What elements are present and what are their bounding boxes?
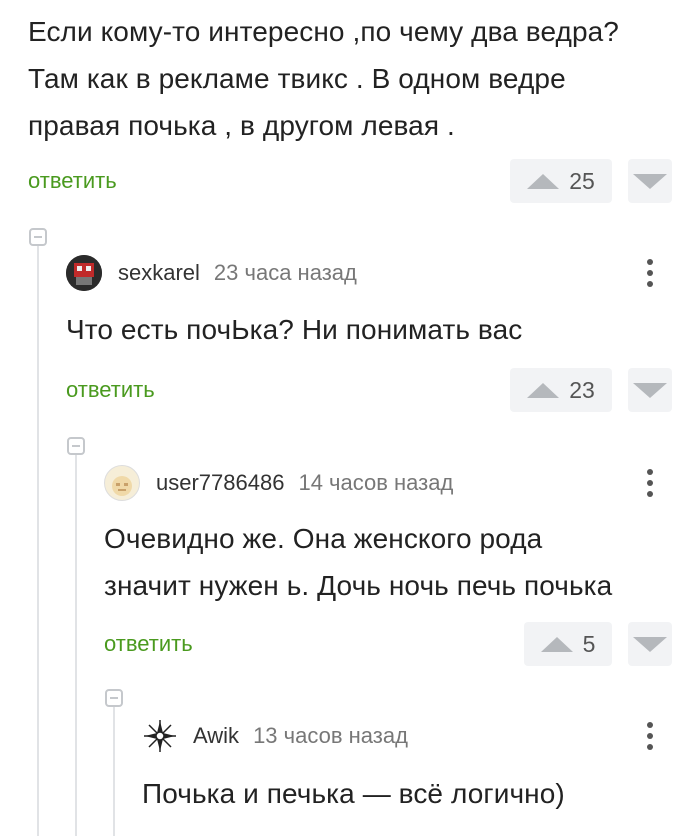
- comment-text-line: Там как в рекламе твикс . В одном ведре: [28, 63, 566, 94]
- avatar-image: [144, 720, 176, 752]
- avatar[interactable]: [104, 465, 140, 501]
- comment-text-line: правая почька , в другом левая .: [28, 110, 455, 141]
- comment-text: Если кому-то интересно ,по чему два ведр…: [28, 8, 678, 149]
- username[interactable]: sexkarel: [118, 260, 200, 286]
- collapse-icon[interactable]: [105, 689, 123, 707]
- comment-text-line: Почька и печька — всё логично): [142, 778, 565, 809]
- vote-up-icon: [527, 382, 560, 398]
- more-icon[interactable]: [640, 259, 660, 287]
- comment-text-line: Если кому-то интересно ,по чему два ведр…: [28, 16, 619, 47]
- collapse-icon[interactable]: [29, 228, 47, 246]
- username[interactable]: Awik: [193, 723, 239, 749]
- comment-time[interactable]: 14 часов назад: [298, 470, 453, 496]
- comment-text: Что есть почЬка? Ни понимать вас: [66, 306, 686, 353]
- downvote-button[interactable]: [628, 622, 672, 666]
- thread-line: [37, 246, 39, 836]
- vote-down-icon: [633, 382, 667, 398]
- vote-up-icon: [540, 636, 573, 652]
- avatar-image: [66, 255, 102, 291]
- comment-time[interactable]: 13 часов назад: [253, 723, 408, 749]
- more-icon[interactable]: [640, 722, 660, 750]
- vote-up-icon: [527, 173, 560, 189]
- collapse-icon[interactable]: [67, 437, 85, 455]
- comment-time[interactable]: 23 часа назад: [214, 260, 357, 286]
- avatar-image: [112, 476, 132, 496]
- downvote-button[interactable]: [628, 368, 672, 412]
- comment-text: Очевидно же. Она женского рода значит ну…: [104, 515, 694, 609]
- upvote-button[interactable]: 5: [524, 622, 612, 666]
- comment-text-line: Что есть почЬка? Ни понимать вас: [66, 314, 523, 345]
- downvote-button[interactable]: [628, 159, 672, 203]
- thread-line: [75, 455, 77, 836]
- vote-count: 25: [569, 167, 595, 194]
- comment-text: Почька и печька — всё логично): [142, 770, 692, 817]
- reply-link[interactable]: ответить: [66, 377, 155, 403]
- vote-count: 23: [569, 376, 595, 403]
- more-icon[interactable]: [640, 469, 660, 497]
- upvote-button[interactable]: 23: [510, 368, 612, 412]
- vote-down-icon: [633, 173, 667, 189]
- reply-link[interactable]: ответить: [104, 631, 193, 657]
- comment-text-line: Очевидно же. Она женского рода: [104, 523, 543, 554]
- thread-line: [113, 707, 115, 836]
- reply-link[interactable]: ответить: [28, 168, 117, 194]
- username[interactable]: user7786486: [156, 470, 284, 496]
- upvote-button[interactable]: 25: [510, 159, 612, 203]
- vote-count: 5: [582, 630, 596, 657]
- vote-down-icon: [633, 636, 667, 652]
- comment-text-line: значит нужен ь. Дочь ночь печь почька: [104, 570, 613, 601]
- avatar[interactable]: [142, 718, 178, 754]
- avatar[interactable]: [66, 255, 102, 291]
